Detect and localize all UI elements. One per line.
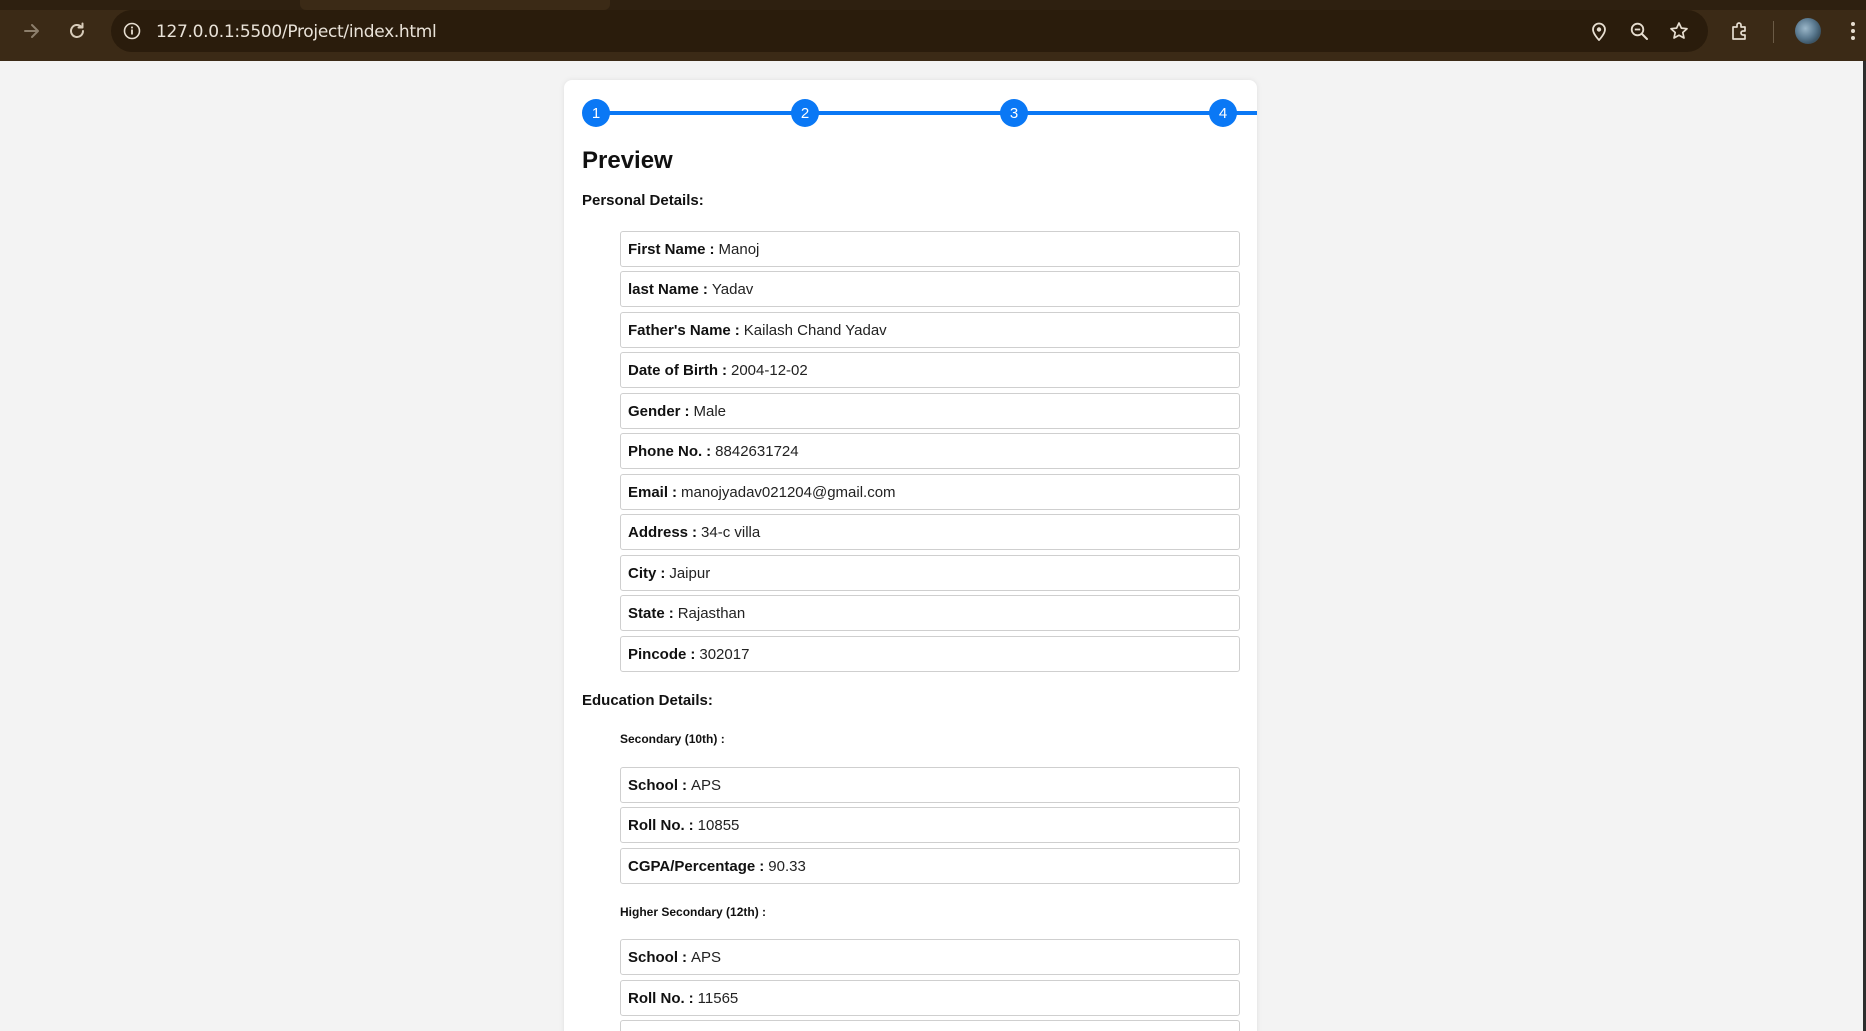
url-text[interactable]: 127.0.0.1:5500/Project/index.html	[156, 22, 437, 42]
field-label: CGPA/Percentage	[628, 857, 756, 875]
field-email: Email: manojyadav021204@gmail.com	[620, 474, 1240, 510]
personal-details-heading: Personal Details:	[582, 192, 704, 209]
field-label: last Name	[628, 280, 699, 298]
higher-secondary-heading: Higher Secondary (12th) :	[620, 905, 767, 919]
field-phone: Phone No.:8842631724	[620, 433, 1240, 469]
field-higher-secondary-roll-no: Roll No.:11565	[620, 980, 1240, 1016]
reload-icon[interactable]	[63, 17, 91, 45]
field-label: First Name	[628, 240, 706, 258]
field-value: 34-c villa	[701, 523, 761, 541]
field-label: Date of Birth	[628, 361, 718, 379]
field-label: Pincode	[628, 645, 687, 663]
field-first-name: First Name: Manoj	[620, 231, 1240, 267]
field-last-name: last Name: Yadav	[620, 271, 1240, 307]
stepper-line	[596, 111, 1257, 115]
field-value: Yadav	[711, 280, 754, 298]
field-value: manojyadav021204@gmail.com	[681, 483, 896, 501]
field-label: School	[628, 776, 679, 794]
secondary-heading: Secondary (10th) :	[620, 732, 725, 746]
field-label: Email	[628, 483, 669, 501]
field-secondary-cgpa: CGPA/Percentage:90.33	[620, 848, 1240, 884]
field-value: APS	[691, 776, 722, 794]
field-higher-secondary-school: School: APS	[620, 939, 1240, 975]
step-3: 3	[1000, 99, 1028, 127]
field-city: City: Jaipur	[620, 555, 1240, 591]
education-details-heading: Education Details:	[582, 692, 713, 709]
field-date-of-birth: Date of Birth:2004-12-02	[620, 352, 1240, 388]
location-pin-icon[interactable]	[1588, 20, 1610, 42]
field-value: Manoj	[718, 240, 760, 258]
puzzle-icon[interactable]	[1727, 18, 1753, 44]
field-value: Male	[693, 402, 727, 420]
field-value: Rajasthan	[677, 604, 746, 622]
field-secondary-roll-no: Roll No.:10855	[620, 807, 1240, 843]
field-label: Father's Name	[628, 321, 731, 339]
field-label: Roll No.	[628, 816, 685, 834]
field-value: Jaipur	[669, 564, 711, 582]
field-secondary-school: School: APS	[620, 767, 1240, 803]
field-state: State: Rajasthan	[620, 595, 1240, 631]
field-value: Kailash Chand Yadav	[743, 321, 887, 339]
active-tab[interactable]	[300, 0, 610, 10]
field-label: Roll No.	[628, 989, 685, 1007]
step-4: 4	[1209, 99, 1237, 127]
field-value: APS	[691, 948, 722, 966]
step-2: 2	[791, 99, 819, 127]
more-vert-icon[interactable]	[1840, 18, 1866, 44]
field-label: Phone No.	[628, 442, 703, 460]
field-partial-next	[620, 1020, 1240, 1031]
field-label: City	[628, 564, 657, 582]
field-value: 90.33	[768, 857, 806, 875]
step-1: 1	[582, 99, 610, 127]
toolbar-divider	[1773, 21, 1774, 43]
zoom-icon[interactable]	[1628, 20, 1650, 42]
field-label: Gender	[628, 402, 681, 420]
field-value: 302017	[699, 645, 750, 663]
field-label: State	[628, 604, 665, 622]
field-label: School	[628, 948, 679, 966]
forward-arrow-icon[interactable]	[18, 17, 46, 45]
field-value: 8842631724	[715, 442, 799, 460]
field-label: Address	[628, 523, 689, 541]
preview-card: 1 2 3 4 Preview Personal Details: First …	[564, 80, 1257, 1031]
field-father-name: Father's Name: Kailash Chand Yadav	[620, 312, 1240, 348]
field-value: 10855	[697, 816, 740, 834]
field-address: Address:34-c villa	[620, 514, 1240, 550]
profile-avatar[interactable]	[1795, 18, 1821, 44]
field-value: 2004-12-02	[731, 361, 808, 379]
field-pincode: Pincode:302017	[620, 636, 1240, 672]
address-bar[interactable]: 127.0.0.1:5500/Project/index.html	[111, 10, 1708, 52]
page-title: Preview	[582, 147, 673, 174]
tab-strip	[0, 0, 1866, 10]
info-icon[interactable]	[122, 21, 142, 41]
browser-toolbar: 127.0.0.1:5500/Project/index.html	[0, 0, 1866, 61]
field-gender: Gender: Male	[620, 393, 1240, 429]
progress-stepper: 1 2 3 4	[582, 99, 1257, 127]
field-value: 11565	[697, 989, 739, 1007]
star-icon[interactable]	[1668, 20, 1690, 42]
